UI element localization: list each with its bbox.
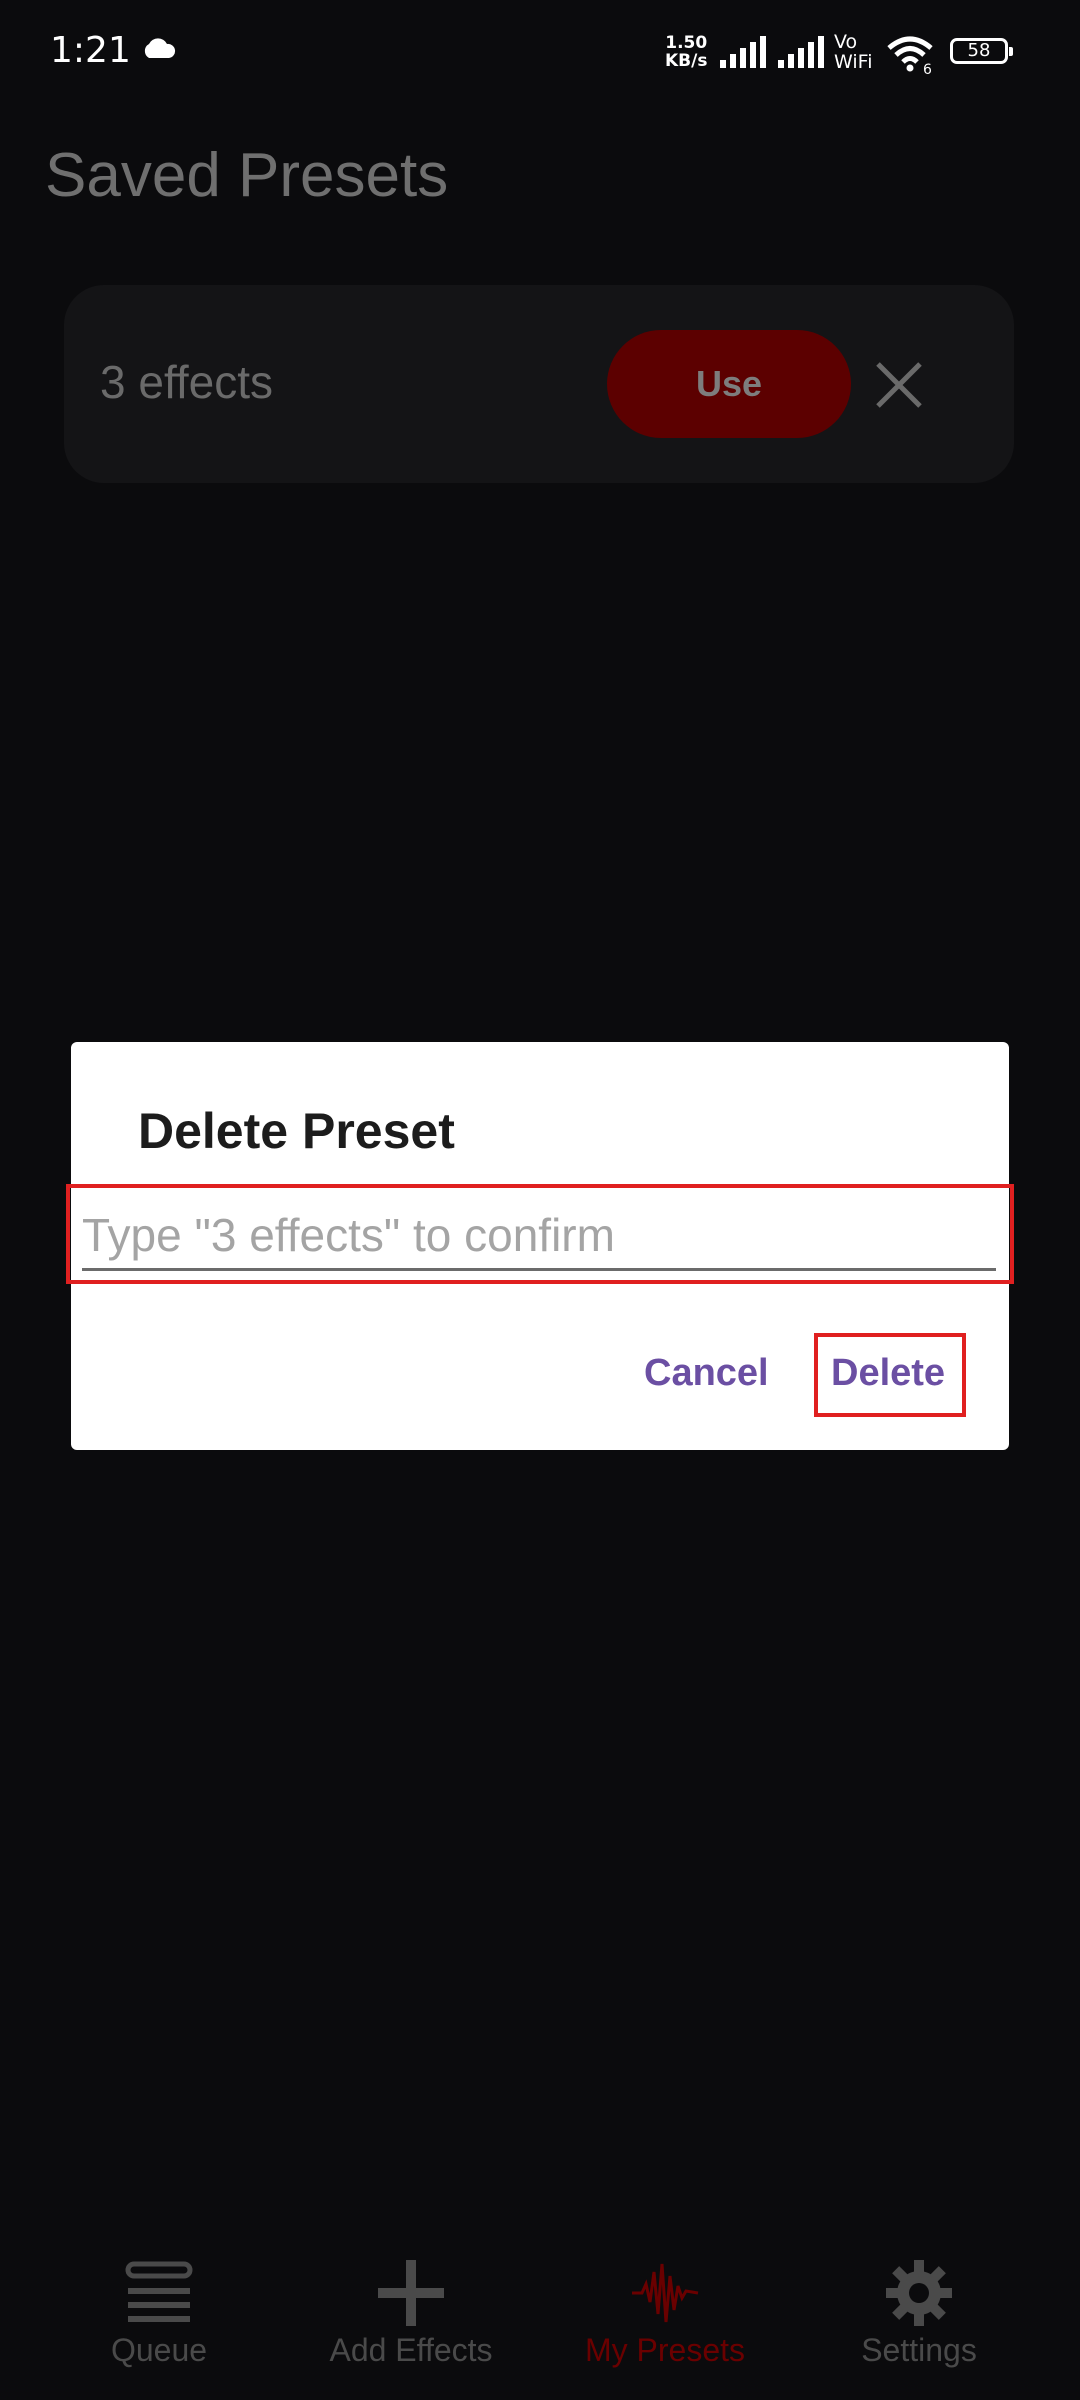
add-icon [281,2258,541,2328]
confirm-name-input[interactable] [82,1202,996,1271]
vowifi-indicator: Vo WiFi [834,32,872,72]
wifi-sub-label: 6 [923,62,932,74]
bottom-nav: Queue Add Effects My Presets Settings [0,2240,1080,2400]
cloud-icon [140,36,176,65]
nav-label-settings: Settings [861,2332,977,2368]
use-preset-button[interactable]: Use [607,330,851,438]
queue-icon [29,2258,289,2328]
nav-item-my-presets[interactable]: My Presets [535,2258,795,2369]
signal-icon [776,36,826,75]
network-speed: 1.50 KB/s [665,34,707,70]
signal-icon [718,36,768,75]
nav-label-add-effects: Add Effects [329,2332,493,2368]
dialog-title: Delete Preset [138,1103,455,1159]
page-title: Saved Presets [45,141,449,210]
nav-item-settings[interactable]: Settings [789,2258,1049,2369]
vowifi-line2: WiFi [834,51,873,73]
preset-card: 3 effects Use [64,285,1014,483]
status-time: 1:21 [50,30,131,71]
gear-icon [789,2258,1049,2328]
close-icon[interactable] [874,360,924,415]
preset-name: 3 effects [100,356,274,408]
delete-preset-dialog: Delete Preset Cancel Delete [66,1042,1014,1450]
wifi-icon: 6 [885,34,935,79]
nav-label-queue: Queue [110,2332,208,2368]
cancel-button[interactable]: Cancel [644,1352,769,1395]
waveform-icon [535,2258,795,2328]
battery-icon: 58 [950,38,1013,64]
nav-item-add-effects[interactable]: Add Effects [281,2258,541,2369]
status-bar: 1:21 1.50 KB/s Vo WiFi 6 58 [0,0,1080,110]
delete-button[interactable]: Delete [831,1352,945,1395]
network-speed-value: 1.50 [665,33,708,53]
nav-label-my-presets: My Presets [584,2332,746,2368]
network-speed-unit: KB/s [665,51,708,71]
nav-item-queue[interactable]: Queue [29,2258,289,2369]
vowifi-line1: Vo [834,31,858,53]
